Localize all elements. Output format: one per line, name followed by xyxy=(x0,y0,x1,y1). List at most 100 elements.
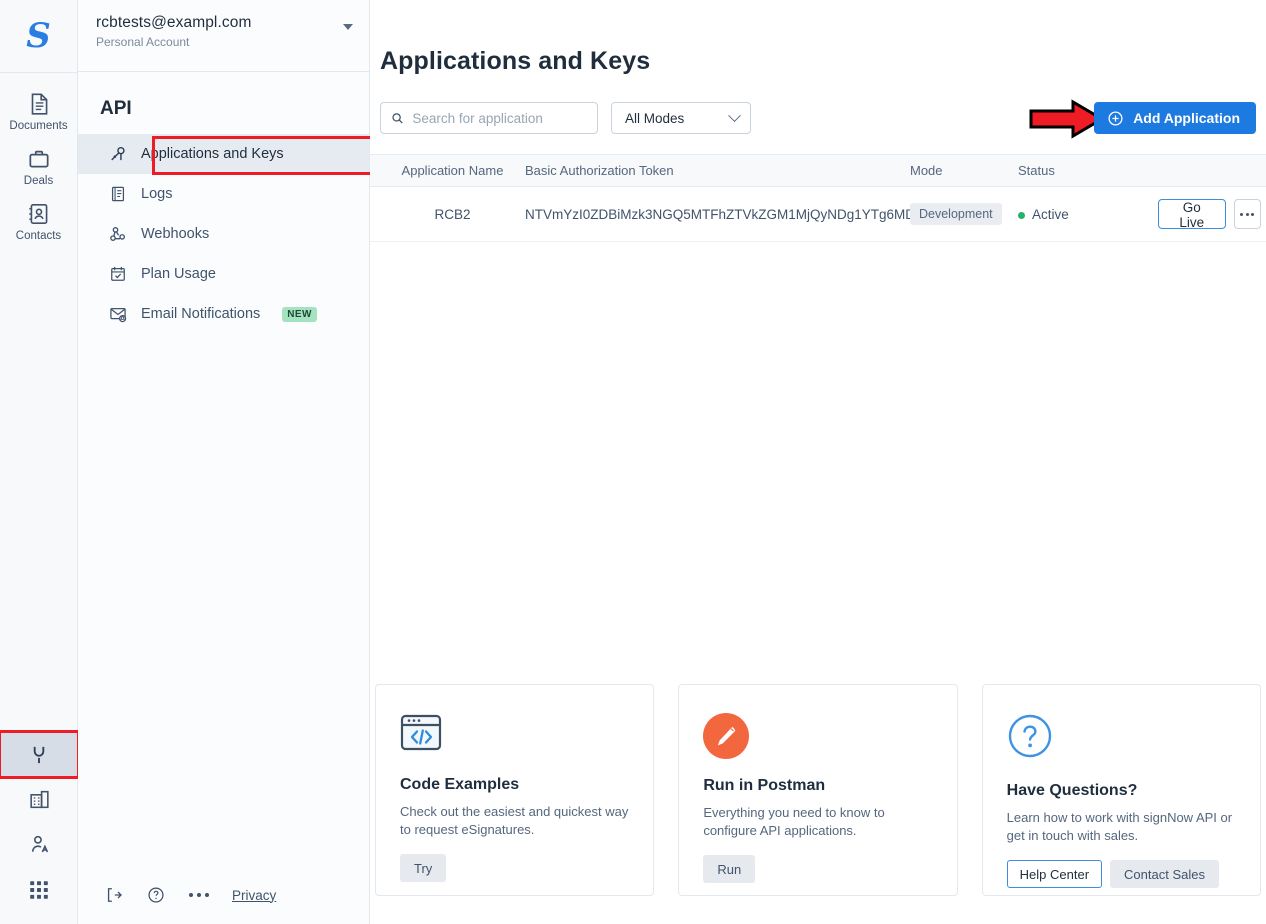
search-icon xyxy=(392,112,403,124)
row-more-actions-button[interactable] xyxy=(1233,199,1261,229)
badge-new: NEW xyxy=(282,306,317,322)
api-sidebar: rcbtests@exampl.com Personal Account API… xyxy=(78,0,450,924)
question-circle-icon xyxy=(1008,714,1051,758)
calendar-check-icon xyxy=(111,266,125,281)
sidebar-section-title: API xyxy=(100,98,132,119)
briefcase-icon xyxy=(28,150,49,168)
column-header-mode: Mode xyxy=(910,163,943,178)
pen-icon xyxy=(718,726,736,746)
more-dot xyxy=(1251,212,1255,216)
key-icon xyxy=(111,146,125,161)
chevron-down-icon[interactable] xyxy=(343,24,353,30)
apps-grid-icon xyxy=(30,880,48,899)
sidebar-item-plan-usage[interactable]: Plan Usage xyxy=(78,254,369,294)
cell-authorization-token: NTVmYzI0ZDBiMzk3NGQ5MTFhZTVkZGM1MjQyNDg1… xyxy=(525,206,927,222)
user-admin-icon xyxy=(31,835,48,853)
signnow-logo-icon: S xyxy=(26,16,51,56)
privacy-link[interactable]: Privacy xyxy=(232,888,276,903)
card-title: Run in Postman xyxy=(703,777,826,794)
account-type: Personal Account xyxy=(96,35,190,49)
rail-item-deals[interactable]: Deals xyxy=(0,138,78,193)
help-circle-icon xyxy=(148,887,164,903)
cell-actions: Go Live xyxy=(1158,199,1266,230)
more-button[interactable] xyxy=(188,891,210,899)
more-dots-icon xyxy=(189,893,209,897)
account-info: rcbtests@exampl.com Personal Account xyxy=(96,14,251,49)
cell-application-name: RCB2 xyxy=(434,206,471,222)
rail-item-documents[interactable]: Documents xyxy=(0,83,78,138)
sidebar-label-plan-usage: Plan Usage xyxy=(141,266,216,282)
rail-item-api-plug[interactable] xyxy=(0,730,80,779)
plug-icon xyxy=(33,746,45,763)
plus-circle-icon xyxy=(1108,110,1123,126)
rail-label-contacts: Contacts xyxy=(15,230,62,242)
add-application-button[interactable]: Add Application xyxy=(1094,102,1256,134)
left-icon-rail: S Documents Deals Contacts xyxy=(0,0,80,924)
chevron-down-icon xyxy=(728,108,741,122)
applications-table: Application Name Basic Authorization Tok… xyxy=(370,154,1266,242)
rail-label-documents: Documents xyxy=(9,120,68,132)
sidebar-item-webhooks[interactable]: Webhooks xyxy=(78,214,369,254)
contacts-icon xyxy=(28,203,47,225)
table-header-row: Application Name Basic Authorization Tok… xyxy=(370,154,1266,187)
card-have-questions: Have Questions? Learn how to work with s… xyxy=(981,684,1261,896)
sidebar-label-applications-and-keys: Applications and Keys xyxy=(141,146,284,162)
cell-status: Active xyxy=(1018,207,1158,222)
rail-label-deals: Deals xyxy=(23,175,54,187)
rail-item-apps[interactable] xyxy=(0,867,78,912)
sidebar-label-email-notifications: Email Notifications xyxy=(141,306,261,322)
sidebar-label-logs: Logs xyxy=(141,186,173,202)
mode-badge: Development xyxy=(910,203,1002,225)
sidebar-footer: Privacy xyxy=(78,866,370,924)
card-title: Code Examples xyxy=(400,776,520,793)
add-application-label: Add Application xyxy=(1133,110,1240,126)
search-application-box[interactable] xyxy=(380,102,598,134)
webhook-icon xyxy=(110,227,125,241)
sidebar-item-applications-and-keys[interactable]: Applications and Keys xyxy=(78,134,369,174)
main-content: Applications and Keys All Modes xyxy=(370,0,1266,924)
rail-item-organization[interactable] xyxy=(0,777,78,822)
logout-icon xyxy=(107,888,122,902)
postman-pen-icon xyxy=(703,713,750,759)
try-button[interactable]: Try xyxy=(400,854,447,883)
column-header-status: Status xyxy=(1018,163,1055,178)
table-row[interactable]: RCB2 NTVmYzI0ZDBiMzk3NGQ5MTFhZTVkZGM1MjQ… xyxy=(370,187,1266,242)
app-logo[interactable]: S xyxy=(0,0,78,72)
rail-bottom-items xyxy=(0,730,80,924)
app-root: S Documents Deals Contacts rcbtests@exam… xyxy=(0,0,1266,924)
contact-sales-button[interactable]: Contact Sales xyxy=(1110,860,1219,889)
card-buttons: Help Center Contact Sales xyxy=(1006,860,1236,889)
card-buttons: Run xyxy=(703,855,932,884)
info-cards: Code Examples Check out the easiest and … xyxy=(375,684,1261,896)
status-dot-icon xyxy=(1018,211,1025,219)
more-dot xyxy=(1240,212,1244,216)
code-window-icon xyxy=(400,714,442,751)
help-center-button[interactable]: Help Center xyxy=(1006,860,1103,889)
account-switcher[interactable]: rcbtests@exampl.com Personal Account xyxy=(78,0,369,72)
logs-icon xyxy=(111,186,125,202)
go-live-button[interactable]: Go Live xyxy=(1158,199,1226,230)
help-button[interactable] xyxy=(146,885,166,905)
sidebar-label-webhooks: Webhooks xyxy=(141,226,210,242)
card-code-examples: Code Examples Check out the easiest and … xyxy=(375,684,655,896)
toolbar: All Modes Add Application xyxy=(380,99,1261,139)
search-input[interactable] xyxy=(412,110,587,126)
logout-button[interactable] xyxy=(104,885,124,905)
column-header-application-name: Application Name xyxy=(401,163,504,178)
account-email: rcbtests@exampl.com xyxy=(96,14,252,31)
sidebar-item-logs[interactable]: Logs xyxy=(78,174,369,214)
card-description: Check out the easiest and quickest way t… xyxy=(400,804,629,837)
mode-filter-select[interactable]: All Modes xyxy=(611,102,751,134)
email-bell-icon xyxy=(110,307,127,323)
sidebar-item-email-notifications[interactable]: Email Notifications NEW xyxy=(78,294,369,334)
mode-filter-value: All Modes xyxy=(625,110,685,126)
rail-primary-items: Documents Deals Contacts xyxy=(0,73,78,248)
rail-item-admin[interactable] xyxy=(0,822,78,867)
documents-icon xyxy=(31,93,47,115)
rail-item-contacts[interactable]: Contacts xyxy=(0,193,78,248)
card-description: Everything you need to know to configure… xyxy=(703,805,885,838)
card-title: Have Questions? xyxy=(1006,782,1138,799)
run-button[interactable]: Run xyxy=(703,855,756,884)
cell-mode: Development xyxy=(910,203,1018,225)
building-icon xyxy=(29,790,49,809)
